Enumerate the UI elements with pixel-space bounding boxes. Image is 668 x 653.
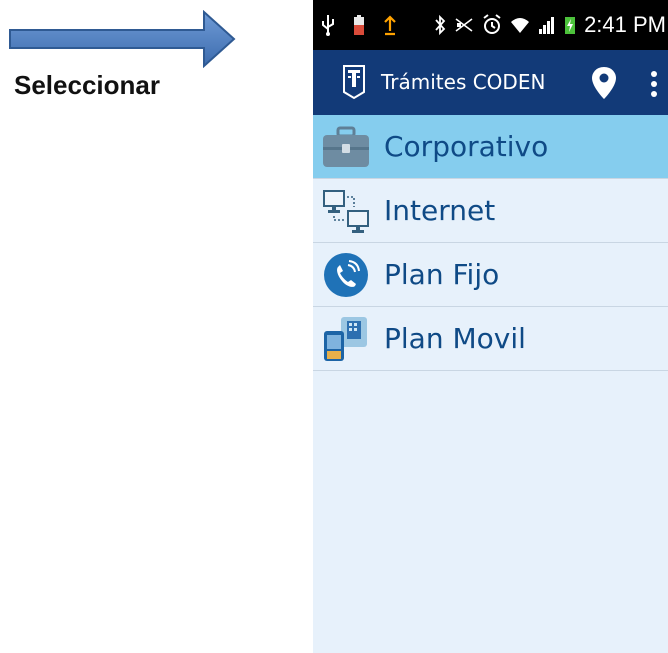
network-computers-icon [323,190,369,233]
menu-item-internet[interactable]: Internet [313,179,668,243]
app-logo-icon [343,65,365,100]
upload-icon [384,15,396,36]
annotation-arrow [9,10,236,68]
usb-icon [322,15,334,36]
wifi-icon [511,18,530,33]
briefcase-icon [323,126,369,167]
status-time: 2:41 PM [584,12,666,37]
status-bar: 2:41 PM [313,0,668,50]
alarm-icon [483,14,501,34]
location-icon[interactable] [591,66,617,100]
app-bar: Trámites CODEN [313,50,668,115]
menu-item-label: Corporativo [384,130,549,163]
mute-icon [455,18,473,32]
menu-item-label: Internet [384,194,496,227]
app-title: Trámites CODEN [381,70,546,94]
menu-item-label: Plan Fijo [384,258,500,291]
battery-charging-icon [565,17,576,34]
mobile-plan-icon [324,317,367,361]
battery-alert-icon [354,15,364,35]
overflow-menu-icon[interactable] [647,68,661,100]
menu-item-plan-movil[interactable]: Plan Movil [313,307,668,371]
signal-icon [539,17,555,34]
menu-item-plan-fijo[interactable]: Plan Fijo [313,243,668,307]
menu-item-corporativo[interactable]: Corporativo [313,115,668,179]
annotation-label: Seleccionar [14,70,160,100]
menu-item-label: Plan Movil [384,322,526,355]
menu-list: Corporativo Internet Plan Fijo Plan Movi… [313,115,668,371]
phone-call-icon [324,253,368,297]
bluetooth-icon [435,14,446,36]
phone-screen: 2:41 PM Trámites CODEN Corporativo Inter… [313,0,668,653]
